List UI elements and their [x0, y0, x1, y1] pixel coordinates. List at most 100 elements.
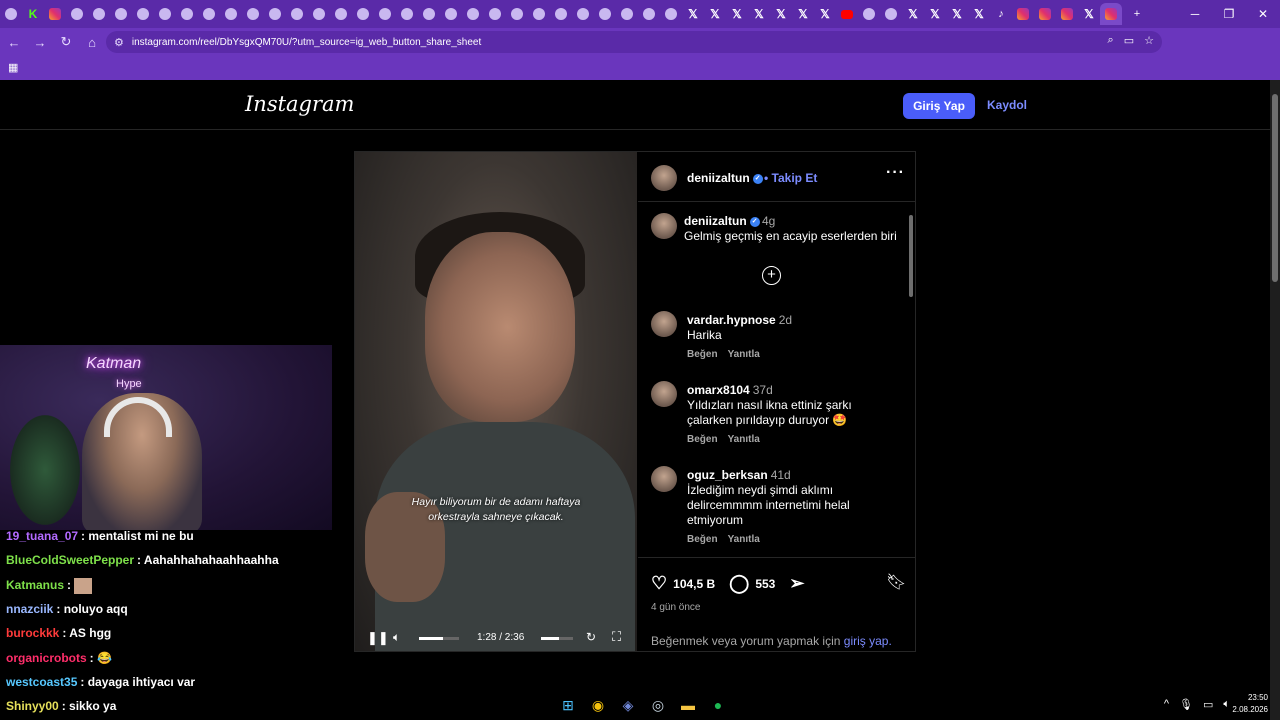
- home-icon[interactable]: ⌂: [80, 30, 104, 54]
- browser-tab[interactable]: [616, 3, 638, 25]
- forward-icon[interactable]: →: [28, 30, 52, 54]
- caption-avatar[interactable]: [651, 213, 677, 239]
- spotify-icon[interactable]: ●: [706, 693, 730, 717]
- comments-scrollbar[interactable]: [908, 205, 914, 555]
- comment-icon[interactable]: ◯: [729, 573, 749, 594]
- restore-icon[interactable]: ❐: [1212, 0, 1246, 28]
- comment-like-button[interactable]: Beğen: [687, 434, 718, 445]
- commenter-avatar[interactable]: [651, 381, 677, 407]
- browser-tab[interactable]: [418, 3, 440, 25]
- steam-icon[interactable]: ◎: [646, 693, 670, 717]
- comment-reply-button[interactable]: Yanıtla: [728, 434, 760, 445]
- url-input[interactable]: ⚙ instagram.com/reel/DbYsgxQM70U/?utm_so…: [106, 31, 1162, 53]
- browser-tab[interactable]: K: [22, 3, 44, 25]
- browser-tab[interactable]: [484, 3, 506, 25]
- browser-tab[interactable]: [506, 3, 528, 25]
- author-avatar[interactable]: [651, 165, 677, 191]
- zoom-icon[interactable]: ⌕: [1108, 34, 1114, 47]
- instagram-logo[interactable]: Instagram: [245, 92, 354, 116]
- browser-tab[interactable]: [440, 3, 462, 25]
- login-button[interactable]: Giriş Yap: [903, 93, 975, 119]
- browser-tab[interactable]: 𝕏: [748, 3, 770, 25]
- tab-menu-button[interactable]: [0, 3, 22, 25]
- commenter-avatar[interactable]: [651, 466, 677, 492]
- browser-tab[interactable]: [594, 3, 616, 25]
- bookmark-star-icon[interactable]: ☆: [1144, 34, 1154, 47]
- browser-tab[interactable]: ♪: [990, 3, 1012, 25]
- browser-tab[interactable]: [880, 3, 902, 25]
- volume-slider[interactable]: [419, 637, 459, 640]
- discord-icon[interactable]: ◈: [616, 693, 640, 717]
- apps-grid-icon[interactable]: ▦: [8, 61, 20, 74]
- speaker-icon[interactable]: 🔈︎: [1223, 698, 1230, 711]
- browser-tab[interactable]: [1056, 3, 1078, 25]
- browser-tab[interactable]: 𝕏: [902, 3, 924, 25]
- browser-tab[interactable]: [308, 3, 330, 25]
- more-options-icon[interactable]: ···: [886, 164, 905, 182]
- comment-reply-button[interactable]: Yanıtla: [728, 349, 760, 360]
- save-icon[interactable]: 🔖︎: [886, 572, 906, 592]
- browser-tab[interactable]: [858, 3, 880, 25]
- back-icon[interactable]: ←: [2, 30, 26, 54]
- commenter-username[interactable]: omarx8104 37d: [687, 383, 773, 397]
- comment-reply-button[interactable]: Yanıtla: [728, 534, 760, 545]
- share-icon[interactable]: ➢: [789, 573, 804, 594]
- signup-link[interactable]: Kaydol: [987, 98, 1027, 112]
- browser-tab[interactable]: 𝕏: [726, 3, 748, 25]
- heart-icon[interactable]: ♡: [651, 573, 667, 594]
- browser-tab[interactable]: [110, 3, 132, 25]
- comment-like-button[interactable]: Beğen: [687, 349, 718, 360]
- browser-tab[interactable]: [352, 3, 374, 25]
- browser-tab[interactable]: 𝕏: [1078, 3, 1100, 25]
- browser-tab[interactable]: [132, 3, 154, 25]
- author-username[interactable]: deniizaltun ✓: [687, 171, 763, 185]
- login-hint-link[interactable]: giriş yap.: [844, 634, 892, 648]
- browser-tab[interactable]: 𝕏: [792, 3, 814, 25]
- folder-icon[interactable]: ▬: [676, 693, 700, 717]
- browser-tab[interactable]: [176, 3, 198, 25]
- playback-slider[interactable]: [541, 637, 573, 640]
- chrome-icon[interactable]: ◉: [586, 693, 610, 717]
- browser-tab[interactable]: [88, 3, 110, 25]
- page-scrollbar[interactable]: [1270, 80, 1280, 720]
- browser-tab[interactable]: [374, 3, 396, 25]
- browser-tab[interactable]: [220, 3, 242, 25]
- browser-tab[interactable]: [242, 3, 264, 25]
- new-tab-button[interactable]: +: [1126, 3, 1148, 25]
- replay-icon[interactable]: ↻: [586, 630, 596, 644]
- close-icon[interactable]: ✕: [1246, 0, 1280, 28]
- follow-button[interactable]: • Takip Et: [764, 171, 817, 185]
- browser-tab[interactable]: [462, 3, 484, 25]
- load-more-comments-icon[interactable]: +: [762, 266, 781, 285]
- mic-icon[interactable]: 🎙︎: [1179, 698, 1193, 711]
- browser-tab[interactable]: [154, 3, 176, 25]
- browser-tab[interactable]: [836, 3, 858, 25]
- browser-tab[interactable]: [66, 3, 88, 25]
- tray-chevron-icon[interactable]: ^: [1164, 698, 1169, 711]
- browser-tab[interactable]: [286, 3, 308, 25]
- browser-tab[interactable]: 𝕏: [682, 3, 704, 25]
- reload-icon[interactable]: ↻: [54, 30, 78, 54]
- commenter-username[interactable]: oguz_berksan 41d: [687, 468, 791, 482]
- browser-tab[interactable]: [1034, 3, 1056, 25]
- system-clock[interactable]: 23:50 2.08.2026: [1232, 692, 1268, 716]
- browser-tab[interactable]: [44, 3, 66, 25]
- network-icon[interactable]: ▭: [1203, 698, 1213, 711]
- browser-tab[interactable]: 𝕏: [946, 3, 968, 25]
- comment-like-button[interactable]: Beğen: [687, 534, 718, 545]
- fullscreen-icon[interactable]: ⛶: [612, 629, 621, 645]
- volume-icon[interactable]: 🔈︎: [393, 630, 400, 645]
- browser-tab[interactable]: 𝕏: [704, 3, 726, 25]
- pause-icon[interactable]: ❚❚: [367, 630, 389, 646]
- commenter-avatar[interactable]: [651, 311, 677, 337]
- site-info-icon[interactable]: ⚙: [114, 36, 124, 49]
- browser-tab[interactable]: 𝕏: [770, 3, 792, 25]
- caption-username[interactable]: deniizaltun ✓: [684, 214, 760, 228]
- browser-tab[interactable]: [638, 3, 660, 25]
- reel-video[interactable]: Hayır biliyorum bir de adamı haftaya ork…: [355, 152, 637, 651]
- browser-tab[interactable]: [660, 3, 682, 25]
- browser-tab[interactable]: [396, 3, 418, 25]
- commenter-username[interactable]: vardar.hypnose 2d: [687, 313, 792, 327]
- minimize-icon[interactable]: ─: [1178, 0, 1212, 28]
- browser-tab[interactable]: [264, 3, 286, 25]
